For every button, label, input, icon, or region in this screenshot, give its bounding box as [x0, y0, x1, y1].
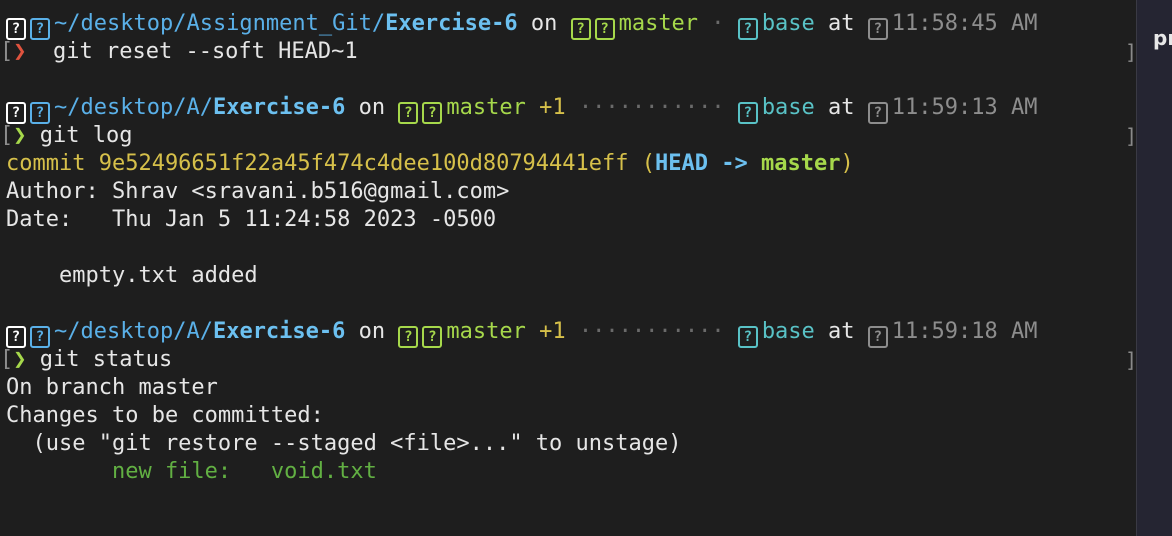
left-bracket: [ [0, 39, 14, 64]
git-icon: ? [570, 18, 591, 40]
apple-icon: ? [6, 18, 26, 40]
python-icon: ? [737, 326, 758, 348]
prompt-symbol: ❯ [13, 123, 27, 148]
python-icon: ? [737, 18, 758, 40]
adjacent-window-label: pr [1153, 26, 1172, 50]
prompt-time: 11:59:13 AM [891, 95, 1038, 120]
terminal-window[interactable]: ?? ~/desktop/Assignment_Git/Exercise-6 on… [0, 0, 1136, 536]
apple-icon: ? [6, 326, 26, 348]
git-icon: ? [398, 102, 419, 124]
folder-icon: ? [30, 326, 50, 348]
clock-icon: ? [867, 326, 888, 348]
status-hint: (use "git restore --staged <file>..." to… [6, 431, 682, 456]
command-text: git log [39, 123, 133, 148]
command-line[interactable]: [❯ git status [0, 346, 172, 374]
at-label: at [814, 95, 868, 120]
log-commit-line: commit 9e52496651f22a45f474c4dee100d8079… [6, 150, 854, 178]
folder-icon: ? [30, 18, 50, 40]
left-bracket: [ [0, 123, 14, 148]
branch-icon: ? [422, 102, 443, 124]
path-prefix: ~/desktop/A/ [54, 319, 213, 344]
branch-icon: ? [422, 326, 443, 348]
status-branch: On branch master [6, 375, 218, 400]
right-bracket: ] [1125, 40, 1136, 64]
current-directory: Exercise-6 [212, 95, 346, 120]
separator: ··········· [565, 319, 738, 344]
clock-icon: ? [867, 102, 888, 124]
ref-close: ) [840, 151, 854, 176]
env-name: base [761, 319, 815, 344]
on-label: on [345, 319, 399, 344]
log-author: Author: Shrav <sravani.b516@gmail.com> [6, 179, 510, 204]
branch-name: master [446, 95, 526, 120]
git-icon: ? [398, 326, 419, 348]
prompt-time: 11:58:45 AM [891, 11, 1038, 36]
apple-icon: ? [6, 102, 26, 124]
path-prefix: ~/desktop/A/ [54, 95, 213, 120]
right-bracket: ] [1125, 124, 1136, 148]
command-text [27, 123, 40, 148]
command-text [27, 39, 54, 64]
ref-branch: master [760, 151, 841, 176]
status-changes-header: Changes to be committed: [6, 403, 324, 428]
folder-icon: ? [30, 102, 50, 124]
separator: ··········· [565, 95, 738, 120]
log-message: empty.txt added [6, 263, 258, 288]
prompt-symbol: ❯ [13, 39, 27, 64]
python-icon: ? [737, 102, 758, 124]
log-date: Date: Thu Jan 5 11:24:58 2023 -0500 [6, 207, 497, 232]
prompt-line: ?? ~/desktop/Assignment_Git/Exercise-6 on… [6, 10, 1038, 40]
env-name: base [761, 11, 815, 36]
command-text: git reset --soft HEAD~1 [53, 39, 358, 64]
branch-name: master [618, 11, 699, 36]
path-prefix: ~/desktop/Assignment_Git/ [54, 11, 386, 36]
at-label: at [814, 11, 868, 36]
right-bracket: ] [1125, 348, 1136, 372]
current-directory: Exercise-6 [212, 319, 346, 344]
adjacent-window[interactable]: pr [1136, 0, 1172, 536]
on-label: on [517, 11, 571, 36]
clock-icon: ? [867, 18, 888, 40]
env-name: base [761, 95, 815, 120]
command-line[interactable]: [❯ git log [0, 122, 132, 150]
ahead-count: +1 [525, 95, 566, 120]
command-text [27, 347, 40, 372]
left-bracket: [ [0, 347, 14, 372]
commit-hash: commit 9e52496651f22a45f474c4dee100d8079… [6, 151, 656, 176]
prompt-time: 11:59:18 AM [891, 319, 1038, 344]
prompt-symbol: ❯ [13, 347, 27, 372]
command-text: git status [39, 347, 173, 372]
prompt-line: ?? ~/desktop/A/Exercise-6 on ?? master +1 … [6, 318, 1038, 348]
branch-icon: ? [594, 18, 615, 40]
status-staged-file: new file: void.txt [6, 459, 377, 484]
separator: · [698, 11, 738, 36]
command-line[interactable]: [❯ git reset --soft HEAD~1 [0, 38, 358, 66]
current-directory: Exercise-6 [385, 11, 518, 36]
at-label: at [814, 319, 868, 344]
on-label: on [345, 95, 399, 120]
branch-name: master [446, 319, 526, 344]
head-ref: HEAD -> [655, 151, 761, 176]
ahead-count: +1 [525, 319, 566, 344]
prompt-line: ?? ~/desktop/A/Exercise-6 on ?? master +1 … [6, 94, 1038, 124]
